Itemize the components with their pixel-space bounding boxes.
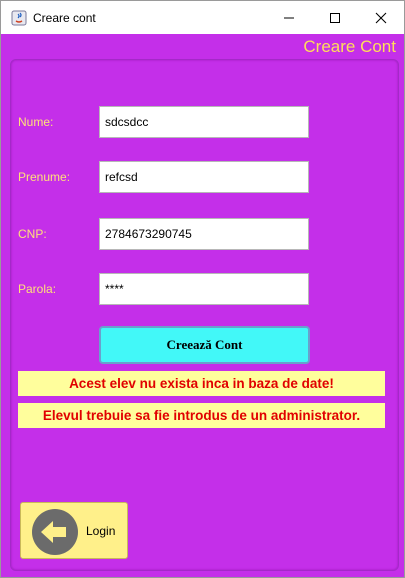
prenume-field[interactable] (99, 161, 309, 193)
parola-field[interactable] (99, 273, 309, 305)
app-window: Creare cont Creare Cont Nume: Prenume: C… (0, 0, 405, 578)
window-title: Creare cont (33, 11, 96, 25)
minimize-icon (284, 17, 294, 18)
create-account-button[interactable]: Creează Cont (99, 326, 310, 364)
close-button[interactable] (358, 1, 404, 34)
cnp-field[interactable] (99, 218, 309, 250)
status-message-admin: Elevul trebuie sa fie introdus de un adm… (18, 403, 385, 428)
close-icon (375, 12, 387, 23)
nume-label: Nume: (18, 115, 54, 129)
login-button[interactable]: Login (20, 502, 128, 559)
title-bar: Creare cont (1, 1, 404, 34)
java-app-icon (11, 10, 27, 26)
parola-label: Parola: (18, 282, 57, 296)
prenume-label: Prenume: (18, 170, 71, 184)
page-title: Creare Cont (303, 37, 396, 56)
maximize-icon (330, 12, 340, 23)
cnp-label: CNP: (18, 227, 47, 241)
back-arrow-icon (32, 509, 78, 555)
status-message-not-found: Acest elev nu exista inca in baza de dat… (18, 371, 385, 396)
nume-field[interactable] (99, 106, 309, 138)
login-label: Login (86, 524, 116, 538)
minimize-button[interactable] (266, 1, 312, 34)
maximize-button[interactable] (312, 1, 358, 34)
